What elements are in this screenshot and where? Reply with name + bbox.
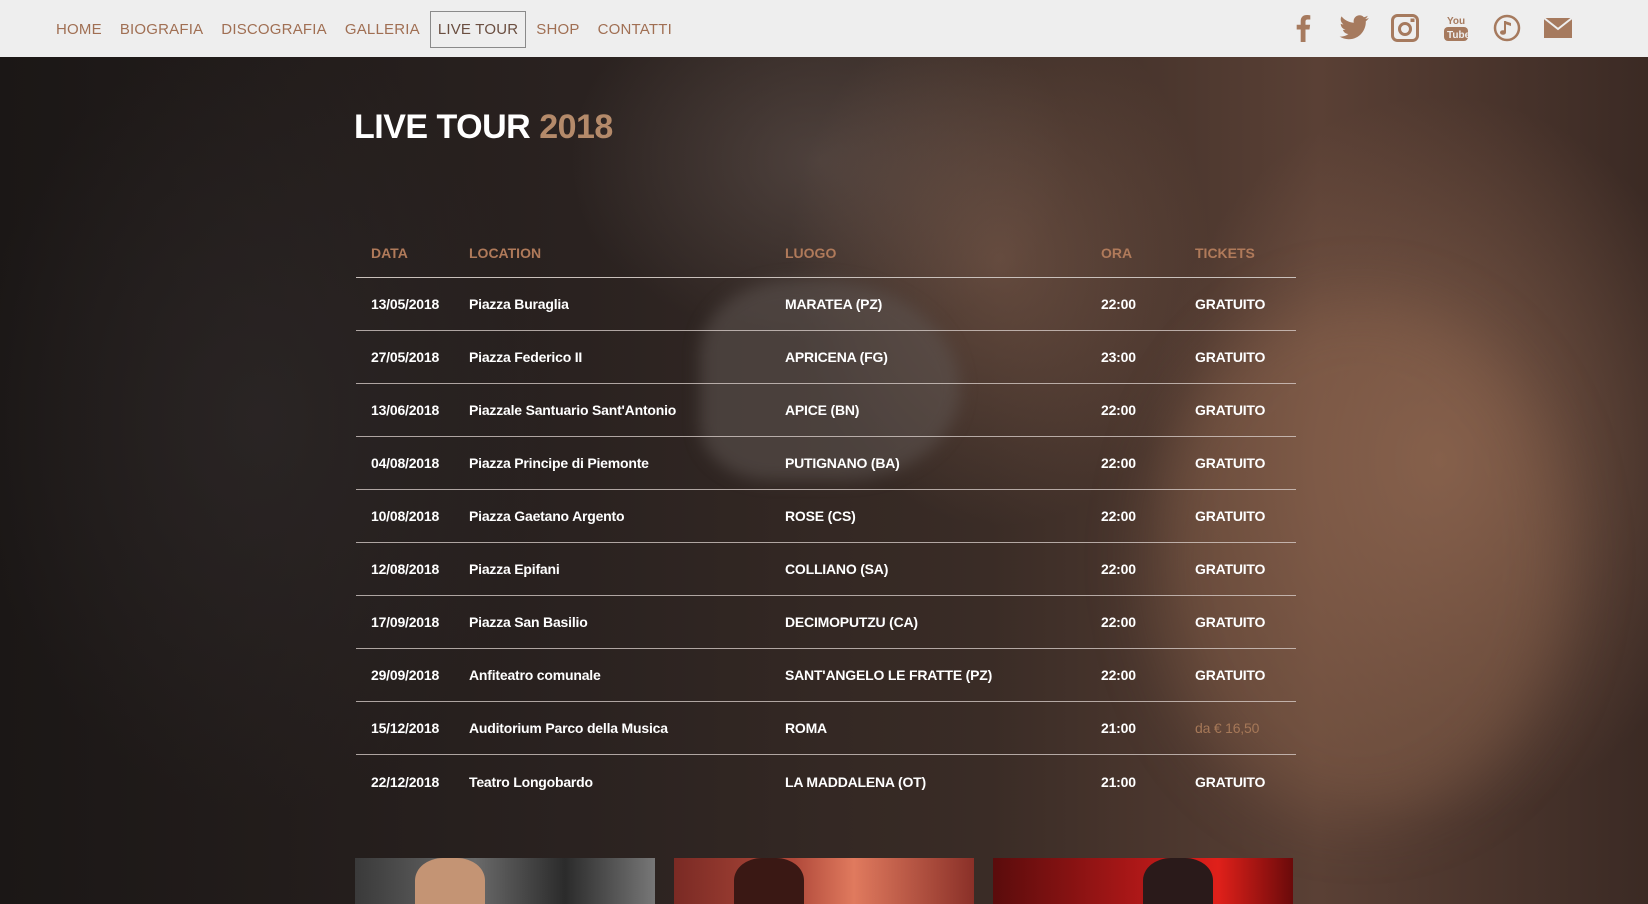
row-tickets: GRATUITO [1195, 402, 1266, 418]
table-row: 13/05/2018 Piazza Buraglia MARATEA (PZ) … [356, 278, 1296, 331]
nav-shop[interactable]: SHOP [528, 11, 587, 48]
row-luogo: LA MADDALENA (OT) [785, 773, 926, 790]
table-row: 22/12/2018 Teatro Longobardo LA MADDALEN… [356, 755, 1296, 808]
thumbnail-figure [734, 858, 804, 904]
header-tickets: TICKETS [1195, 244, 1255, 261]
facebook-icon[interactable] [1287, 12, 1319, 44]
nav-live-tour[interactable]: LIVE TOUR [429, 11, 527, 48]
row-luogo: DECIMOPUTZU (CA) [785, 614, 918, 630]
thumbnail-figure [415, 858, 485, 904]
page-title-text: LIVE TOUR [354, 108, 531, 146]
gallery-thumbnail[interactable] [993, 858, 1293, 904]
nav-home[interactable]: HOME [48, 11, 110, 48]
row-location: Piazza Buraglia [469, 296, 569, 312]
table-row: 15/12/2018 Auditorium Parco della Musica… [356, 702, 1296, 755]
table-row: 12/08/2018 Piazza Epifani COLLIANO (SA) … [356, 543, 1296, 596]
gallery-thumbnails [355, 858, 1312, 904]
instagram-icon[interactable] [1389, 12, 1421, 44]
table-row: 04/08/2018 Piazza Principe di Piemonte P… [356, 437, 1296, 490]
main-menu: HOME BIOGRAFIA DISCOGRAFIA GALLERIA LIVE… [48, 11, 682, 48]
twitter-icon[interactable] [1338, 12, 1370, 44]
nav-contatti[interactable]: CONTATTI [590, 11, 680, 48]
row-luogo: ROSE (CS) [785, 508, 856, 524]
row-luogo: APICE (BN) [785, 402, 860, 418]
row-date: 10/08/2018 [371, 508, 440, 524]
svg-text:Tube: Tube [1447, 30, 1470, 41]
row-location: Piazza Epifani [469, 561, 560, 577]
row-date: 27/05/2018 [371, 349, 440, 365]
header-luogo: LUOGO [785, 244, 837, 261]
row-tickets: GRATUITO [1195, 561, 1266, 577]
row-location: Teatro Longobardo [469, 773, 593, 790]
row-tickets: GRATUITO [1195, 455, 1266, 471]
row-ora: 22:00 [1101, 667, 1136, 683]
row-luogo: COLLIANO (SA) [785, 561, 889, 577]
row-location: Anfiteatro comunale [469, 667, 601, 683]
page-title: LIVE TOUR 2018 [354, 108, 613, 147]
row-location: Piazza Gaetano Argento [469, 508, 625, 524]
header-ora: ORA [1101, 244, 1133, 261]
table-row: 10/08/2018 Piazza Gaetano Argento ROSE (… [356, 490, 1296, 543]
row-ora: 22:00 [1101, 296, 1136, 312]
row-tickets: GRATUITO [1195, 508, 1266, 524]
nav-biografia[interactable]: BIOGRAFIA [112, 11, 211, 48]
row-ora: 22:00 [1101, 455, 1136, 471]
row-date: 17/09/2018 [371, 614, 440, 630]
page-title-year: 2018 [539, 108, 613, 146]
row-location: Auditorium Parco della Musica [469, 720, 668, 736]
svg-text:You: You [1447, 16, 1465, 27]
row-date: 12/08/2018 [371, 561, 440, 577]
row-luogo: ROMA [785, 720, 827, 736]
table-row: 29/09/2018 Anfiteatro comunale SANT'ANGE… [356, 649, 1296, 702]
row-location: Piazza Federico II [469, 349, 583, 365]
row-date: 29/09/2018 [371, 667, 440, 683]
gallery-thumbnail[interactable] [355, 858, 655, 904]
mail-icon[interactable] [1542, 12, 1574, 44]
youtube-icon[interactable]: You Tube [1440, 12, 1472, 44]
row-tickets: GRATUITO [1195, 296, 1266, 312]
social-links: You Tube [1268, 12, 1574, 44]
nav-galleria[interactable]: GALLERIA [337, 11, 428, 48]
row-date: 13/06/2018 [371, 402, 440, 418]
header-location: LOCATION [469, 244, 542, 261]
row-location: Piazzale Santuario Sant'Antonio [469, 402, 677, 418]
row-ora: 22:00 [1101, 508, 1136, 524]
row-location: Piazza Principe di Piemonte [469, 455, 649, 471]
top-navbar: HOME BIOGRAFIA DISCOGRAFIA GALLERIA LIVE… [0, 0, 1648, 57]
table-row: 13/06/2018 Piazzale Santuario Sant'Anton… [356, 384, 1296, 437]
row-ora: 21:00 [1101, 720, 1136, 736]
table-header: DATA LOCATION LUOGO ORA TICKETS [356, 228, 1296, 278]
row-luogo: APRICENA (FG) [785, 349, 888, 365]
row-date: 04/08/2018 [371, 455, 440, 471]
header-date: DATA [371, 244, 408, 261]
row-tickets: GRATUITO [1195, 667, 1266, 683]
row-date: 13/05/2018 [371, 296, 440, 312]
thumbnail-figure [1143, 858, 1213, 904]
row-ora: 23:00 [1101, 349, 1136, 365]
music-icon[interactable] [1491, 12, 1523, 44]
row-ora: 22:00 [1101, 561, 1136, 577]
row-date: 15/12/2018 [371, 720, 440, 736]
row-tickets: GRATUITO [1195, 614, 1266, 630]
gallery-thumbnail[interactable] [674, 858, 974, 904]
row-ora: 22:00 [1101, 402, 1136, 418]
row-luogo: MARATEA (PZ) [785, 296, 883, 312]
ticket-price-link[interactable]: da € 16,50 [1195, 720, 1295, 736]
row-tickets: GRATUITO [1195, 349, 1266, 365]
tour-dates-table: DATA LOCATION LUOGO ORA TICKETS 13/05/20… [356, 228, 1296, 808]
row-ora: 22:00 [1101, 614, 1136, 630]
row-tickets: GRATUITO [1195, 773, 1266, 790]
row-ora: 21:00 [1101, 773, 1136, 790]
row-location: Piazza San Basilio [469, 614, 588, 630]
nav-discografia[interactable]: DISCOGRAFIA [213, 11, 335, 48]
table-row: 17/09/2018 Piazza San Basilio DECIMOPUTZ… [356, 596, 1296, 649]
row-luogo: SANT'ANGELO LE FRATTE (PZ) [785, 667, 993, 683]
row-luogo: PUTIGNANO (BA) [785, 455, 900, 471]
table-row: 27/05/2018 Piazza Federico II APRICENA (… [356, 331, 1296, 384]
row-date: 22/12/2018 [371, 773, 440, 790]
